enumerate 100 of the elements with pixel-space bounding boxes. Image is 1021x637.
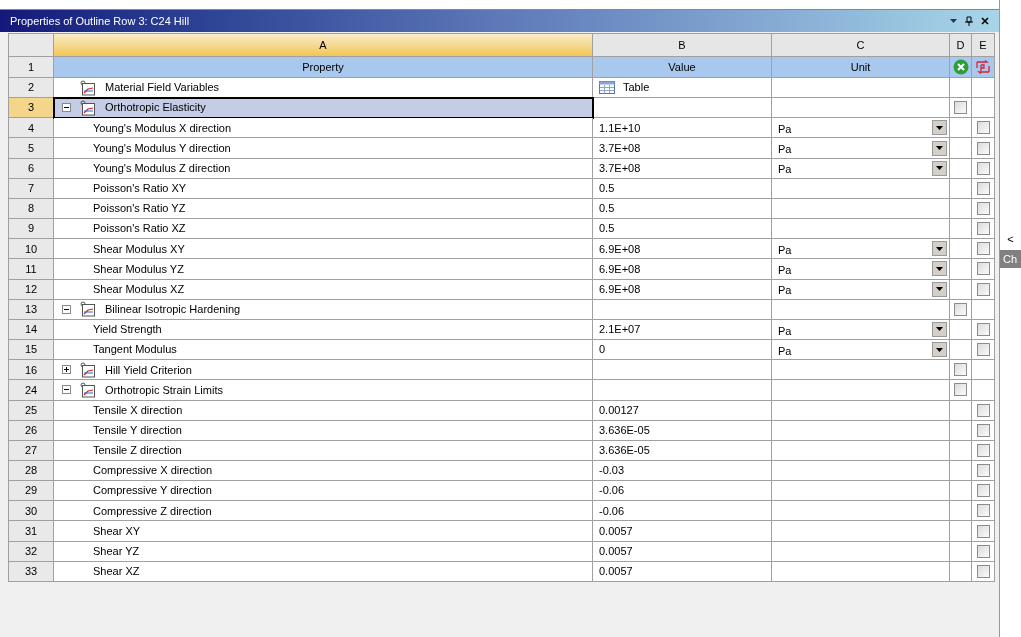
value-text[interactable]: 0 — [599, 341, 606, 358]
row-number: 16 — [9, 360, 54, 381]
value-text[interactable]: -0.03 — [599, 462, 625, 479]
checkbox[interactable] — [976, 161, 990, 175]
row-number: 10 — [9, 239, 54, 260]
checkbox[interactable] — [976, 202, 990, 215]
property-label: Young's Modulus Y direction — [92, 140, 231, 156]
column-header[interactable]: A — [54, 34, 593, 57]
property-label: Shear Modulus XZ — [92, 281, 185, 297]
dropdown-button[interactable] — [932, 160, 947, 176]
checkbox[interactable] — [976, 322, 990, 336]
collapse-icon[interactable] — [62, 385, 71, 395]
property-label: Shear YZ — [92, 543, 140, 559]
column-header[interactable]: D — [950, 34, 972, 57]
value-text[interactable]: 2.1E+07 — [599, 321, 641, 338]
column-title: Property — [54, 57, 593, 78]
group-label: Orthotropic Strain Limits — [105, 382, 223, 398]
checkbox[interactable] — [976, 423, 990, 437]
dropdown-button[interactable] — [932, 281, 947, 297]
value-text[interactable]: 3.636E-05 — [599, 442, 650, 459]
dropdown-button[interactable] — [932, 321, 947, 337]
row-number: 29 — [9, 481, 54, 502]
column-header[interactable]: B — [593, 34, 772, 57]
row-number: 24 — [9, 380, 54, 401]
row-number: 13 — [9, 299, 54, 320]
checkbox[interactable] — [976, 484, 990, 498]
checkbox[interactable] — [976, 262, 990, 276]
collapse-icon[interactable] — [62, 304, 71, 314]
property-label: Shear XZ — [92, 564, 140, 580]
checkbox[interactable] — [976, 121, 990, 135]
group-label: Bilinear Isotropic Hardening — [105, 302, 241, 318]
checkbox[interactable] — [976, 181, 990, 195]
property-label: Young's Modulus Z direction — [92, 160, 231, 176]
property-label: Yield Strength — [92, 322, 162, 338]
value-text[interactable]: 6.9E+08 — [599, 280, 641, 298]
dropdown-button[interactable] — [932, 140, 947, 156]
unit-text: Pa — [778, 323, 792, 339]
checkbox[interactable] — [954, 302, 967, 316]
checkbox[interactable] — [954, 363, 967, 377]
column-header[interactable]: E — [972, 34, 995, 57]
row-number: 26 — [9, 420, 54, 441]
panel-title: Properties of Outline Row 3: C24 Hill — [10, 13, 190, 29]
property-label: Compressive Z direction — [92, 503, 212, 519]
caret-icon — [936, 347, 943, 352]
value-text[interactable]: 3.636E-05 — [599, 422, 650, 439]
checkbox[interactable] — [976, 464, 990, 478]
value-text[interactable]: -0.06 — [599, 482, 625, 499]
dropdown-button[interactable] — [932, 342, 947, 358]
row-number: 5 — [9, 138, 54, 159]
checkbox[interactable] — [976, 282, 990, 296]
checkbox[interactable] — [976, 544, 990, 558]
checkbox[interactable] — [976, 403, 990, 417]
caret-icon — [936, 125, 943, 130]
value-text[interactable]: 0.0057 — [599, 522, 633, 540]
checkbox[interactable] — [976, 343, 990, 357]
checkbox[interactable] — [954, 383, 967, 397]
dropdown-icon[interactable] — [950, 19, 957, 23]
row-number: 15 — [9, 340, 54, 361]
checkbox[interactable] — [976, 443, 990, 457]
property-label: Tangent Modulus — [92, 342, 177, 358]
value-text[interactable]: 6.9E+08 — [599, 260, 641, 278]
collapse-button[interactable]: < — [1000, 228, 1021, 250]
panel-tab[interactable]: Ch — [1000, 250, 1021, 268]
unit-text: Pa — [778, 142, 792, 158]
dropdown-button[interactable] — [932, 261, 947, 277]
unit-text: Pa — [778, 162, 792, 178]
checkbox[interactable] — [976, 242, 990, 256]
value-text[interactable]: Table — [623, 79, 650, 96]
value-text[interactable]: 6.9E+08 — [599, 240, 641, 258]
unit-text: Pa — [778, 343, 792, 359]
close-icon[interactable] — [981, 17, 989, 25]
unit-text: Pa — [778, 122, 792, 138]
value-text[interactable]: 3.7E+08 — [599, 139, 641, 157]
pin-icon[interactable] — [965, 16, 973, 26]
column-header[interactable]: C — [772, 34, 950, 57]
checkbox[interactable] — [976, 222, 990, 236]
checkbox[interactable] — [976, 504, 990, 518]
value-text[interactable]: 0.5 — [599, 220, 615, 237]
corner-cell[interactable] — [9, 34, 54, 57]
value-text[interactable]: 0.5 — [599, 180, 615, 197]
checkbox[interactable] — [976, 564, 990, 578]
dropdown-button[interactable] — [932, 241, 947, 257]
checkbox[interactable] — [976, 524, 990, 538]
value-text[interactable]: 3.7E+08 — [599, 159, 641, 177]
row-number: 3 — [9, 98, 54, 119]
property-label: Shear Modulus YZ — [92, 261, 184, 277]
value-text[interactable]: 1.1E+10 — [599, 119, 641, 137]
curve-chart-icon — [80, 99, 96, 116]
checkbox[interactable] — [976, 141, 990, 155]
value-text[interactable]: 0.0057 — [599, 542, 633, 560]
row-number: 8 — [9, 198, 54, 220]
expand-icon[interactable] — [62, 365, 71, 375]
value-text[interactable]: 0.00127 — [599, 401, 639, 419]
collapse-icon[interactable] — [62, 103, 71, 113]
value-text[interactable]: -0.06 — [599, 502, 625, 520]
dropdown-button[interactable] — [932, 120, 947, 136]
checkbox[interactable] — [954, 101, 967, 115]
property-label: Poisson's Ratio XZ — [92, 221, 186, 237]
value-text[interactable]: 0.5 — [599, 200, 615, 217]
value-text[interactable]: 0.0057 — [599, 563, 633, 580]
